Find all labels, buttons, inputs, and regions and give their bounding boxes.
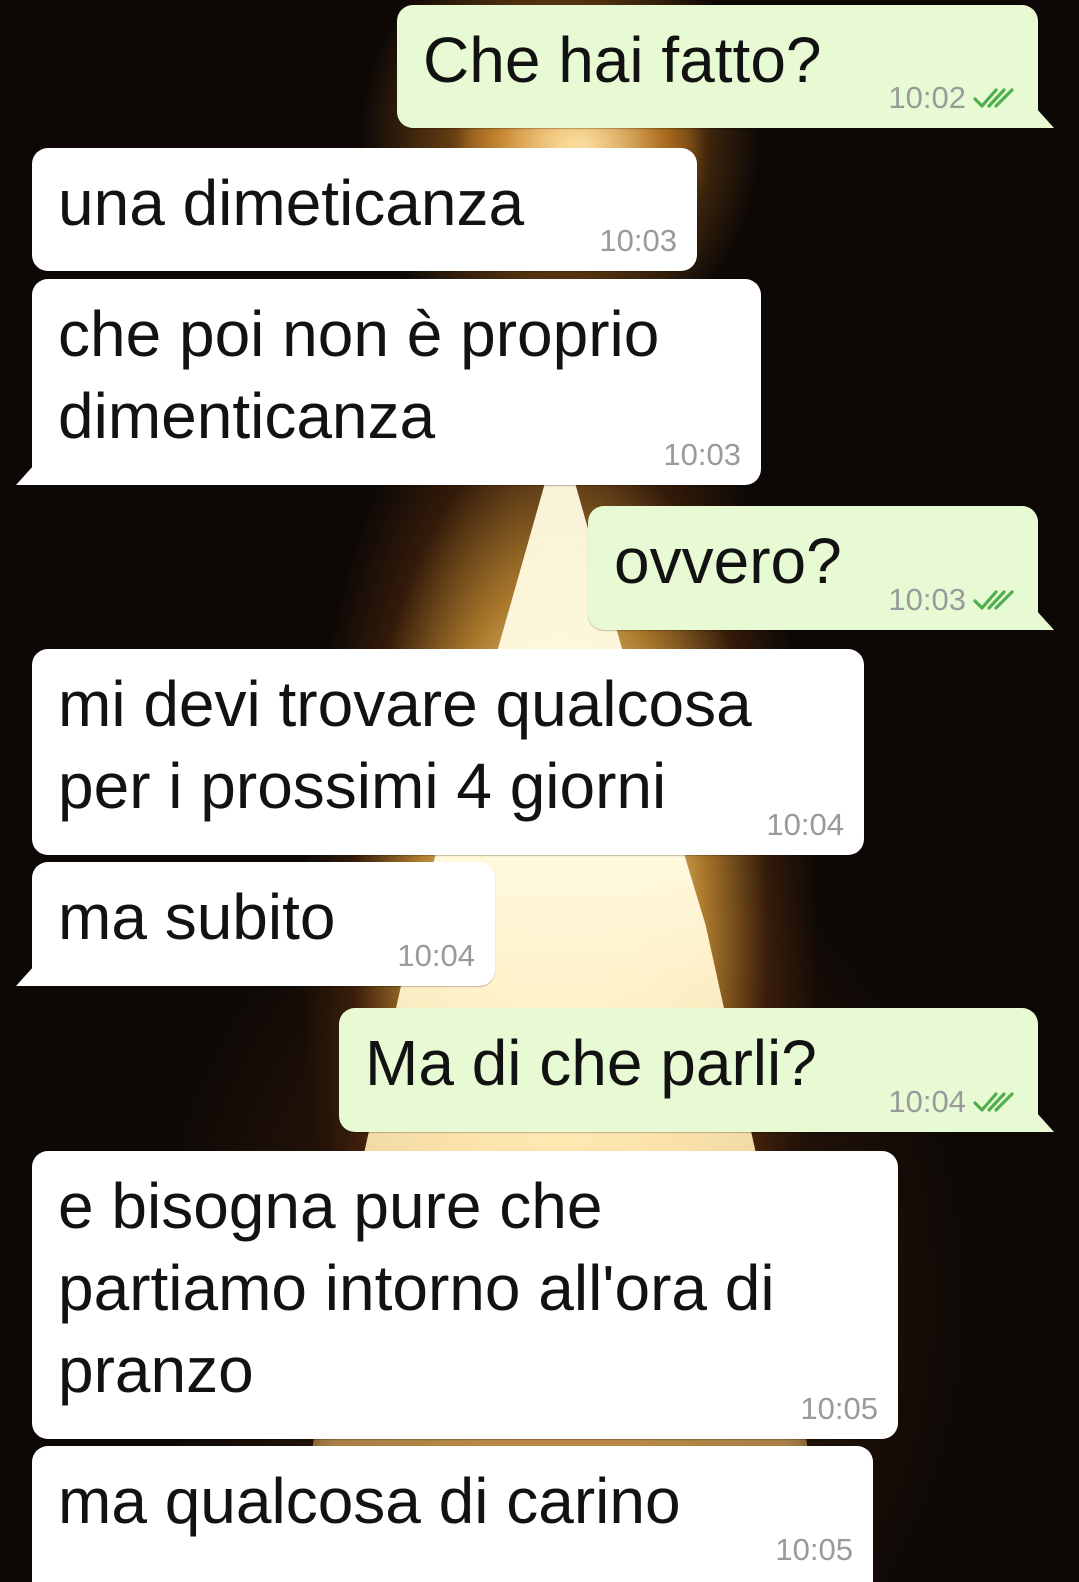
- message-meta: 10:03: [599, 223, 677, 259]
- message-time: 10:02: [888, 80, 966, 115]
- message-time: 10:04: [397, 938, 475, 973]
- message-bubble-incoming[interactable]: mi devi trovare qualcosa per i prossimi …: [32, 649, 864, 855]
- message-meta: 10:02: [888, 80, 1018, 116]
- message-meta: 10:05: [800, 1391, 878, 1427]
- message-bubble-incoming[interactable]: ma subito 10:04: [16, 862, 495, 986]
- message-time: 10:05: [800, 1391, 878, 1426]
- message-text: Che hai fatto?: [423, 24, 822, 96]
- message-text: mi devi trovare qualcosa per i prossimi …: [58, 668, 752, 822]
- message-text: una dimeticanza: [58, 167, 525, 239]
- message-bubble-outgoing[interactable]: ovvero? 10:03: [588, 506, 1054, 630]
- message-text: Ma di che parli?: [365, 1027, 817, 1099]
- message-text: che poi non è proprio dimenticanza: [58, 298, 660, 452]
- message-time: 10:03: [888, 582, 966, 617]
- message-text: ma qualcosa di carino: [58, 1465, 681, 1537]
- double-check-read-icon: [973, 88, 1014, 108]
- double-check-read-icon: [973, 1092, 1014, 1112]
- double-check-read-icon: [973, 590, 1014, 610]
- message-bubble-incoming[interactable]: ma qualcosa di carino 10:05: [32, 1446, 873, 1582]
- message-text: ovvero?: [614, 525, 842, 597]
- message-bubble-incoming[interactable]: una dimeticanza 10:03: [32, 148, 697, 271]
- message-text: e bisogna pure che partiamo intorno all'…: [58, 1170, 775, 1406]
- message-bubble-incoming[interactable]: e bisogna pure che partiamo intorno all'…: [32, 1151, 898, 1439]
- message-meta: 10:04: [888, 1084, 1018, 1120]
- message-time: 10:03: [663, 437, 741, 472]
- message-meta: 10:03: [663, 437, 741, 473]
- message-text: ma subito: [58, 881, 336, 953]
- message-meta: 10:04: [397, 938, 475, 974]
- message-time: 10:03: [599, 223, 677, 258]
- message-bubble-incoming[interactable]: che poi non è proprio dimenticanza 10:03: [16, 279, 761, 485]
- message-time: 10:05: [775, 1532, 853, 1567]
- message-time: 10:04: [888, 1084, 966, 1119]
- message-bubble-outgoing[interactable]: Che hai fatto? 10:02: [397, 5, 1054, 128]
- message-meta: 10:05: [775, 1532, 853, 1568]
- message-bubble-outgoing[interactable]: Ma di che parli? 10:04: [339, 1008, 1054, 1132]
- message-time: 10:04: [766, 807, 844, 842]
- message-meta: 10:03: [888, 582, 1018, 618]
- message-meta: 10:04: [766, 807, 844, 843]
